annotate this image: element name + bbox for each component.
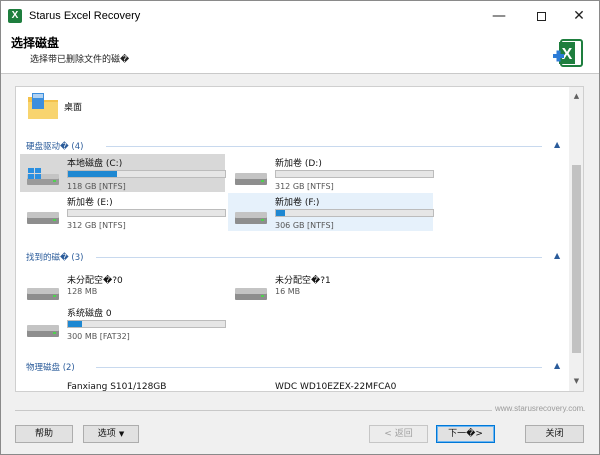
hard-drive-icon <box>235 173 267 185</box>
collapse-chevron-icon[interactable]: ▲ <box>554 140 560 149</box>
window-title: Starus Excel Recovery <box>29 10 141 22</box>
disk-tile-unallocated-1[interactable]: 未分配空�?1 16 MB <box>228 271 433 309</box>
disk-list-content: 桌面 硬盘驱动� (4) ▲ 本地磁盘 (C:) 118 GB [NTFS] 新… <box>16 87 568 391</box>
disk-usage-bar <box>275 170 434 178</box>
header-divider <box>1 73 599 74</box>
page-subtitle: 选择带已删除文件的磁� <box>30 55 130 65</box>
maximize-icon <box>536 11 546 21</box>
collapse-chevron-icon[interactable]: ▲ <box>554 251 560 260</box>
disk-info: 312 GB [NTFS] <box>67 221 126 230</box>
disk-tile-e[interactable]: 新加卷 (E:) 312 GB [NTFS] <box>20 193 226 231</box>
disk-usage-bar <box>67 209 226 217</box>
help-button[interactable]: 帮助 <box>15 425 73 443</box>
disk-tile-physical-0[interactable]: Fanxiang S101/128GB <box>20 380 225 391</box>
disk-info: 118 GB [NTFS] <box>67 182 126 191</box>
disk-usage-bar <box>67 170 226 178</box>
hard-drive-icon <box>27 212 59 224</box>
disk-tile-c[interactable]: 本地磁盘 (C:) 118 GB [NTFS] <box>20 154 226 192</box>
scrollbar-thumb[interactable] <box>572 165 581 353</box>
disk-name: 未分配空�?0 <box>67 276 123 286</box>
group-divider <box>106 146 542 147</box>
excel-app-icon: X <box>8 9 22 23</box>
excel-plus-icon: X <box>553 39 583 67</box>
hard-drive-icon <box>27 325 59 337</box>
group-divider <box>96 257 542 258</box>
disk-name: 系统磁盘 0 <box>67 309 112 319</box>
vertical-scrollbar[interactable]: ▲ ▼ <box>569 87 583 391</box>
dropdown-caret-icon: ▼ <box>118 430 125 438</box>
hard-drive-icon <box>235 212 267 224</box>
next-button[interactable]: 下一�> <box>436 425 495 443</box>
disk-usage-fill <box>68 321 83 327</box>
disk-info: 300 MB [FAT32] <box>67 332 130 341</box>
disk-list-panel[interactable]: 桌面 硬盘驱动� (4) ▲ 本地磁盘 (C:) 118 GB [NTFS] 新… <box>15 86 584 392</box>
disk-info: 128 MB <box>67 287 98 296</box>
minimize-button[interactable]: — <box>479 1 519 31</box>
folder-icon[interactable] <box>26 91 60 121</box>
disk-tile-system-0[interactable]: 系统磁盘 0 300 MB [FAT32] <box>20 304 226 342</box>
page-title: 选择磁盘 <box>11 36 60 50</box>
disk-name: 新加卷 (F:) <box>275 198 320 208</box>
hard-drive-icon <box>27 288 59 300</box>
scroll-down-arrow-icon[interactable]: ▼ <box>569 374 583 389</box>
disk-usage-fill <box>276 210 286 216</box>
windows-drive-icon <box>27 168 59 185</box>
disk-name: 新加卷 (E:) <box>67 198 113 208</box>
options-label: 选项 <box>97 429 116 439</box>
hard-drive-icon <box>235 288 267 300</box>
disk-name: Fanxiang S101/128GB <box>67 382 167 391</box>
close-button[interactable]: 关闭 <box>525 425 584 443</box>
scroll-up-arrow-icon[interactable]: ▲ <box>569 89 583 104</box>
desktop-label[interactable]: 桌面 <box>64 100 82 113</box>
disk-info: 306 GB [NTFS] <box>275 221 334 230</box>
disk-tile-d[interactable]: 新加卷 (D:) 312 GB [NTFS] <box>228 154 434 192</box>
disk-name: 新加卷 (D:) <box>275 159 322 169</box>
back-button[interactable]: < 返回 <box>369 425 428 443</box>
app-window: X Starus Excel Recovery — ✕ 选择磁盘 选择带已删除文… <box>0 0 600 455</box>
title-bar: X Starus Excel Recovery — ✕ <box>1 1 599 31</box>
disk-usage-bar <box>67 320 226 328</box>
disk-name: 本地磁盘 (C:) <box>67 159 123 169</box>
group-divider <box>96 367 542 368</box>
options-button[interactable]: 选项 ▼ <box>83 425 139 443</box>
disk-name: 未分配空�?1 <box>275 276 331 286</box>
group-header-physical-disks[interactable]: 物理磁盘 (2) <box>26 361 75 375</box>
close-window-button[interactable]: ✕ <box>559 1 599 31</box>
maximize-button[interactable] <box>521 1 561 31</box>
group-header-hard-drives[interactable]: 硬盘驱动� (4) <box>26 140 83 154</box>
disk-tile-f[interactable]: 新加卷 (F:) 306 GB [NTFS] <box>228 193 434 231</box>
wizard-header: 选择磁盘 选择带已删除文件的磁� X <box>1 31 599 73</box>
disk-usage-bar <box>275 209 434 217</box>
website-link[interactable]: www.starusrecovery.com <box>492 404 584 413</box>
disk-name: WDC WD10EZEX-22MFCA0 <box>275 382 397 391</box>
disk-info: 16 MB <box>275 287 301 296</box>
disk-usage-fill <box>68 171 117 177</box>
disk-tile-physical-1[interactable]: WDC WD10EZEX-22MFCA0 <box>228 380 433 391</box>
group-header-found-disks[interactable]: 找到的磁� (3) <box>26 251 83 265</box>
collapse-chevron-icon[interactable]: ▲ <box>554 361 560 370</box>
disk-info: 312 GB [NTFS] <box>275 182 334 191</box>
